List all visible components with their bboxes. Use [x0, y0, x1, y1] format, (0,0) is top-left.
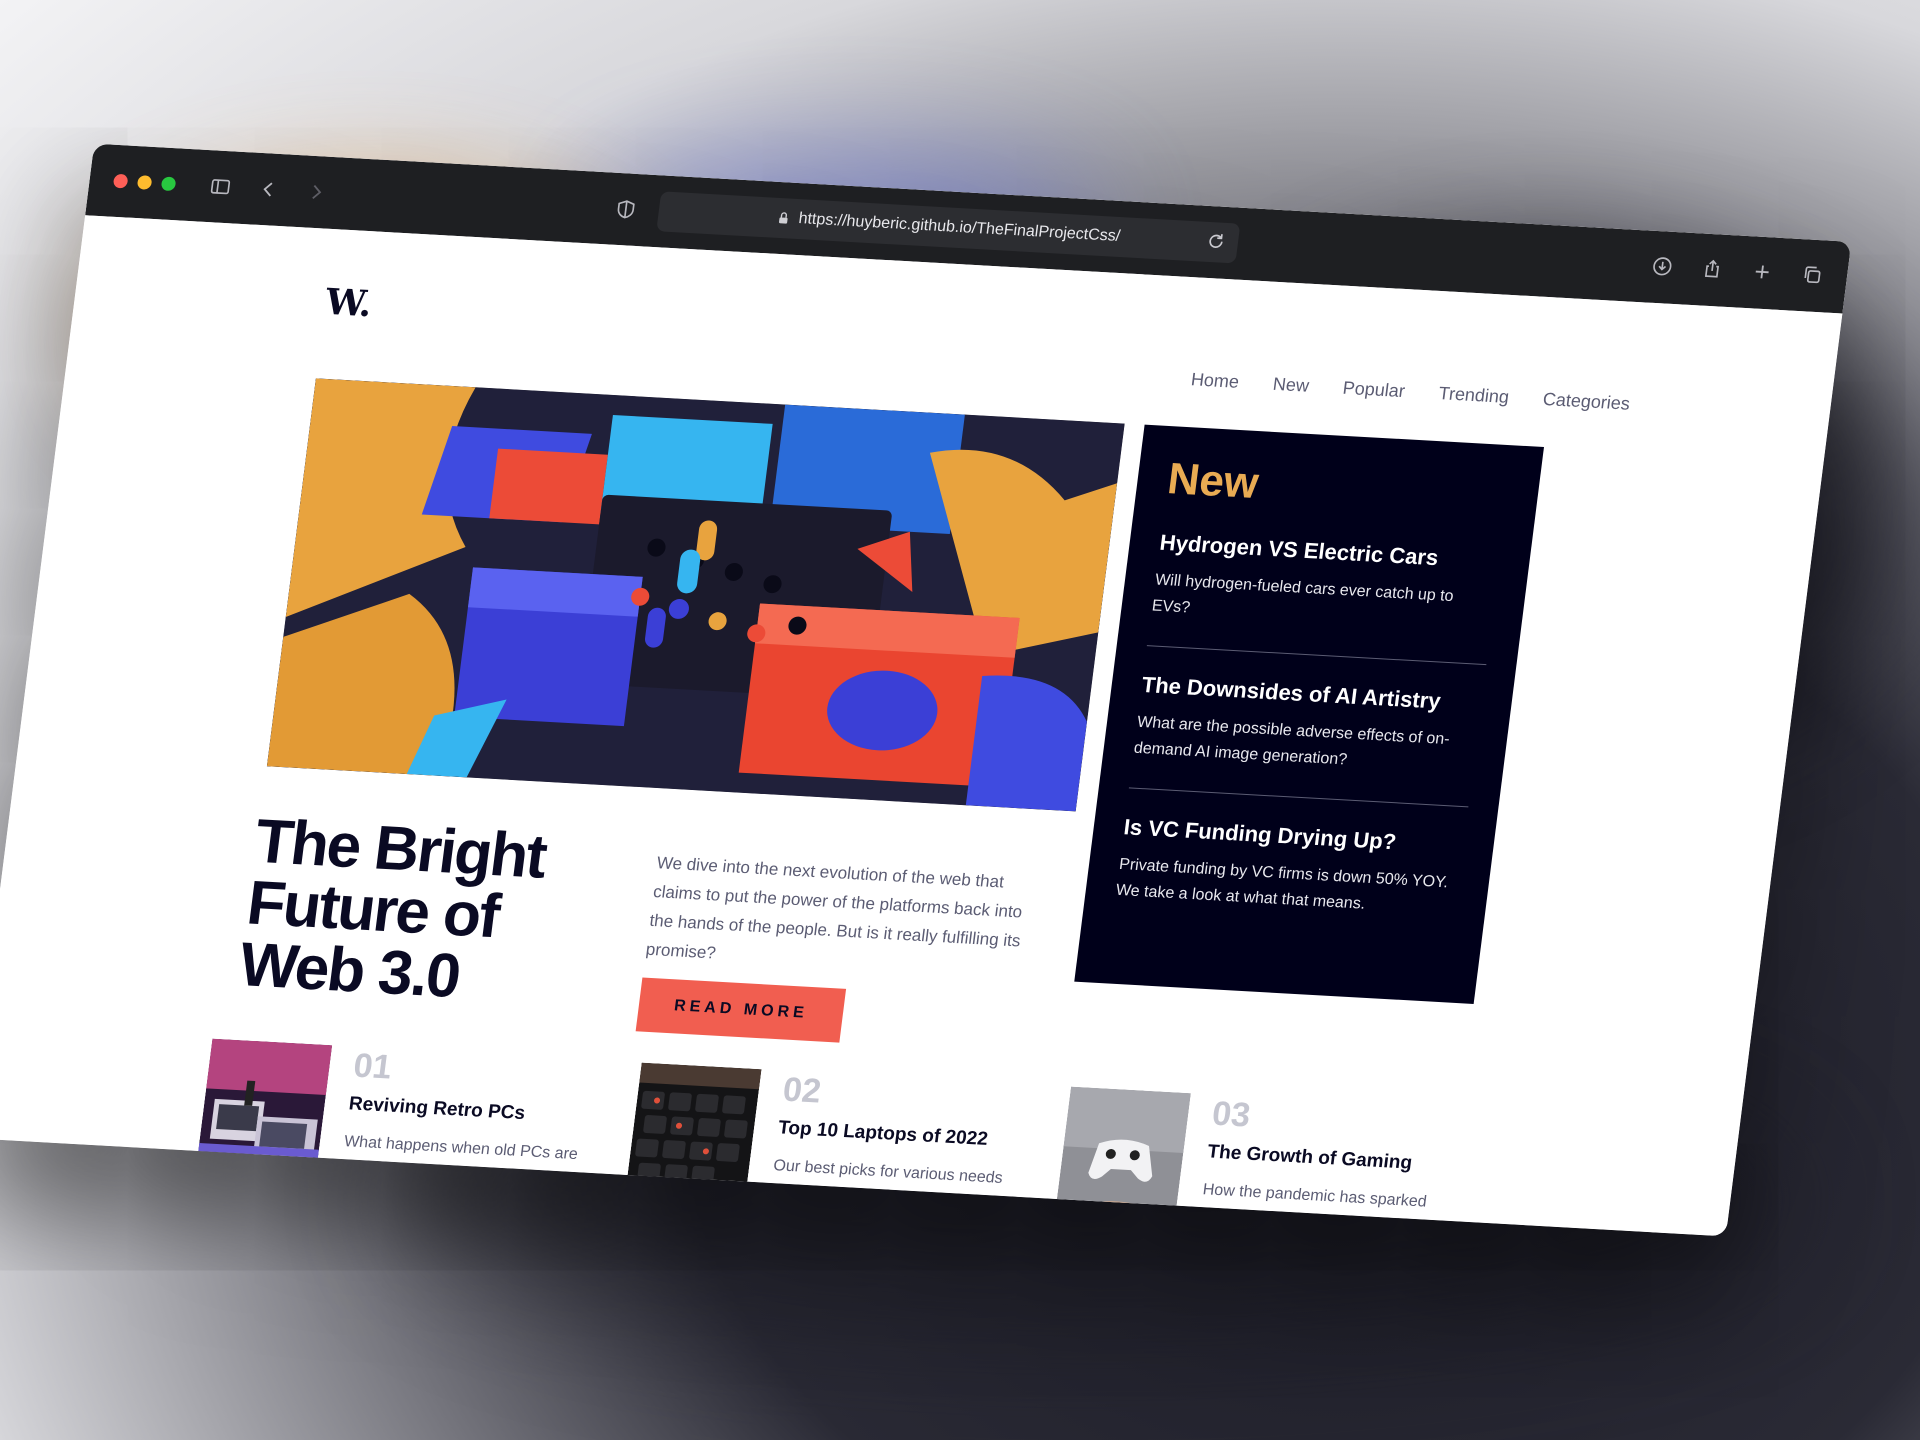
hero-title[interactable]: The Bright Future of Web 3.0 — [236, 807, 639, 1017]
new-panel-heading: New — [1164, 454, 1262, 508]
new-article-item[interactable]: The Downsides of AI Artistry What are th… — [1128, 672, 1484, 808]
address-bar-url: https://huyberic.github.io/TheFinalProje… — [797, 210, 1122, 245]
share-icon[interactable] — [1693, 251, 1731, 287]
read-more-button[interactable]: READ MORE — [635, 977, 847, 1043]
maximize-window-button[interactable] — [160, 176, 177, 192]
retro-pc-thumbnail — [196, 1038, 333, 1175]
new-article-summary: What are the possible adverse effects of… — [1132, 713, 1451, 769]
article-number: 03 — [1210, 1094, 1253, 1135]
new-article-title[interactable]: Is VC Funding Drying Up? — [1122, 814, 1465, 859]
downloads-icon[interactable] — [1643, 248, 1681, 284]
web-page: W. Home New Popular Trending Categories — [0, 215, 1843, 1237]
new-tab-icon[interactable] — [1743, 254, 1781, 290]
article-number: 02 — [780, 1070, 824, 1111]
lock-icon — [779, 212, 788, 224]
hero-image — [266, 378, 1125, 812]
new-article-title[interactable]: The Downsides of AI Artistry — [1140, 672, 1483, 717]
tab-overview-icon[interactable] — [1793, 257, 1831, 293]
reload-icon[interactable] — [1205, 231, 1227, 252]
sidebar-icon[interactable] — [201, 169, 239, 205]
nav-link-categories[interactable]: Categories — [1542, 389, 1631, 415]
new-article-item[interactable]: Hydrogen VS Electric Cars Will hydrogen-… — [1146, 529, 1501, 666]
new-article-summary: Private funding by VC firms is down 50% … — [1114, 855, 1450, 913]
main-nav: Home New Popular Trending Categories — [1190, 369, 1631, 414]
toolbar-right-actions — [1643, 248, 1831, 292]
nav-link-new[interactable]: New — [1272, 374, 1310, 397]
back-icon[interactable] — [249, 172, 287, 208]
article-title[interactable]: Reviving Retro PCs — [347, 1093, 595, 1129]
browser-window: https://huyberic.github.io/TheFinalProje… — [0, 143, 1852, 1237]
privacy-shield-icon[interactable] — [607, 192, 645, 228]
nav-link-trending[interactable]: Trending — [1437, 383, 1511, 408]
window-controls — [112, 173, 177, 192]
article-number: 01 — [351, 1046, 394, 1087]
background-stage: https://huyberic.github.io/TheFinalProje… — [0, 0, 1920, 1440]
new-article-item[interactable]: Is VC Funding Drying Up? Private funding… — [1111, 814, 1465, 948]
new-articles-panel: New Hydrogen VS Electric Cars Will hydro… — [1074, 424, 1544, 1004]
forward-icon[interactable] — [297, 174, 335, 210]
hero-description: We dive into the next evolution of the w… — [644, 853, 1024, 963]
close-window-button[interactable] — [112, 173, 129, 189]
new-article-summary: Will hydrogen-fueled cars ever catch up … — [1150, 571, 1455, 617]
article-title[interactable]: Top 10 Laptops of 2022 — [777, 1117, 1025, 1153]
minimize-window-button[interactable] — [136, 175, 153, 190]
article-title[interactable]: The Growth of Gaming — [1206, 1141, 1454, 1177]
nav-link-popular[interactable]: Popular — [1341, 378, 1406, 402]
nav-link-home[interactable]: Home — [1190, 369, 1240, 393]
new-article-title[interactable]: Hydrogen VS Electric Cars — [1158, 530, 1501, 575]
site-logo[interactable]: W. — [323, 281, 374, 325]
